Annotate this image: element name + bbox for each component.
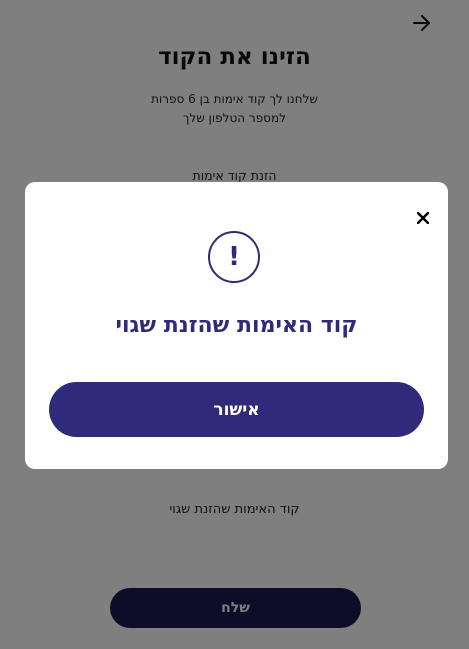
- close-button[interactable]: [413, 208, 433, 228]
- confirm-button[interactable]: אישור: [49, 382, 424, 437]
- error-dialog: ! קוד האימות שהזנת שגוי אישור: [25, 182, 448, 469]
- exclamation-circle-icon: !: [208, 231, 260, 283]
- alert-glyph: !: [228, 242, 240, 272]
- close-icon: [417, 212, 429, 224]
- dialog-message: קוד האימות שהזנת שגוי: [115, 313, 358, 338]
- verification-page: הזינו את הקוד שלחנו לך קוד אימות בן 6 ספ…: [0, 0, 469, 649]
